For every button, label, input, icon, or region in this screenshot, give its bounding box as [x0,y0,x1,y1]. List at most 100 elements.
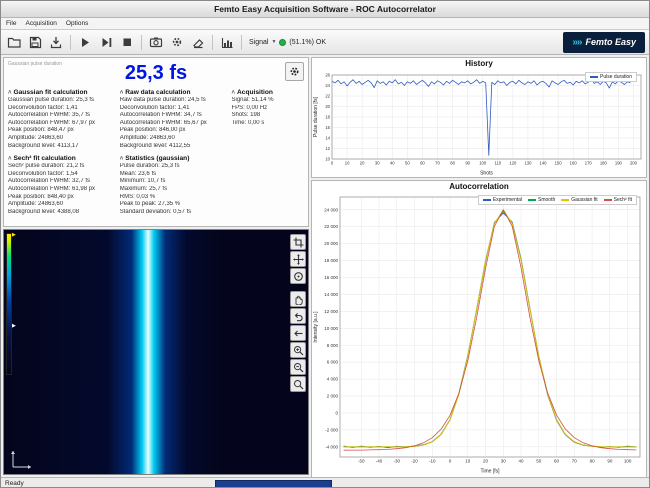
colorbar[interactable] [6,233,12,375]
status-text: Ready [5,480,24,487]
left-column: Gaussian pulse duration 25,3 fs ˄Gaussia… [3,57,309,475]
collapse-icon[interactable]: ˄ [8,156,12,162]
svg-text:8 000: 8 000 [327,343,339,348]
svg-text:200: 200 [630,161,638,166]
collapse-icon[interactable]: ˄ [232,90,236,96]
toolbar: Signal ▼ (51.1%) OK »» Femto Easy [1,30,649,55]
menu-acquisition[interactable]: Acquisition [25,20,56,27]
svg-text:24: 24 [325,83,330,88]
zoom-in-button[interactable] [290,342,306,358]
toolbar-separator [241,35,242,50]
stat-line: Autocorrelation FWHM: 32,7 fs [8,178,117,186]
logo-text: Femto Easy [585,37,636,47]
stat-line: Peak position: 846,00 px [120,127,229,135]
collapse-icon[interactable]: ˄ [120,90,124,96]
clear-button[interactable] [188,32,208,52]
stat-line: Autocorrelation FWHM: 34,7 fs [120,112,229,120]
gear-icon [288,65,301,78]
collapse-icon[interactable]: ˄ [8,90,12,96]
step-button[interactable] [96,32,116,52]
colorbar-marker-icon[interactable]: ▶ [12,232,16,238]
stat-line: Autocorrelation FWHM: 65,67 px [120,120,229,128]
zoom-in-icon [293,345,304,356]
svg-text:Time [fs]: Time [fs] [481,469,501,475]
pan-button[interactable] [290,251,306,267]
save-button[interactable] [25,32,45,52]
back-button[interactable] [290,325,306,341]
svg-text:-30: -30 [394,459,401,464]
open-button[interactable] [4,32,24,52]
autocorrelation-chart[interactable]: -50-40-30-20-100102030405060708090100-4 … [312,193,646,474]
stat-line: RMS: 0,03 % [120,194,304,202]
svg-text:60: 60 [420,161,425,166]
svg-text:-2 000: -2 000 [325,427,338,432]
svg-text:26: 26 [325,73,330,78]
section-title: Sech² fit calculation [14,155,76,162]
stop-icon [120,35,134,49]
play-button[interactable] [75,32,95,52]
stat-line: Autocorrelation FWHM: 35,7 fs [8,112,117,120]
svg-text:10: 10 [465,459,471,464]
femto-easy-logo: »» Femto Easy [563,32,645,53]
svg-text:20: 20 [325,104,330,109]
settings-button[interactable] [167,32,187,52]
svg-text:170: 170 [585,161,593,166]
hand-icon [293,294,304,305]
legend-item: Sech² fit [604,197,632,203]
svg-text:160: 160 [570,161,578,166]
stat-line: Background level: 4112,55 [120,143,229,151]
zoom-out-icon [293,362,304,373]
stats-section-4: ˄Statistics (gaussian)Pulse duration: 25… [120,155,304,216]
autocorrelation-chart-title: Autocorrelation [312,181,646,193]
stat-line: Deconvolution factor: 1,41 [120,105,229,113]
hand-tool-button[interactable] [290,291,306,307]
stat-line: Autocorrelation FWHM: 61,98 px [8,186,117,194]
center-target-button[interactable] [290,268,306,284]
camera-image[interactable]: ▶ ▶ [3,229,309,475]
histogram-button[interactable] [217,32,237,52]
menu-options[interactable]: Options [66,20,88,27]
zoom-out-button[interactable] [290,359,306,375]
stat-line: Amplitude: 24863,60 [8,135,117,143]
stat-line: Gaussian pulse duration: 25,3 fs [8,97,117,105]
window-title: Femto Easy Acquisition Software - ROC Au… [1,1,649,18]
undo-button[interactable] [290,308,306,324]
stat-line: Mean: 23,6 fs [120,171,304,179]
magnifier-icon [293,379,304,390]
section-title: Statistics (gaussian) [125,155,189,162]
menu-bar: File Acquisition Options [1,18,649,30]
crop-button[interactable] [290,234,306,250]
svg-text:-4 000: -4 000 [325,444,338,449]
svg-text:14: 14 [325,136,330,141]
chevron-down-icon[interactable]: ▼ [271,39,276,45]
results-settings-button[interactable] [285,62,304,81]
svg-text:-40: -40 [376,459,383,464]
svg-text:40: 40 [390,161,395,166]
stat-line: Raw data pulse duration: 24,5 fs [120,97,229,105]
camera-button[interactable] [146,32,166,52]
zoom-select-button[interactable] [290,376,306,392]
save-icon [28,35,42,49]
menu-file[interactable]: File [6,20,16,27]
svg-text:30: 30 [501,459,507,464]
gear-icon [170,35,184,49]
image-toolbar [290,234,306,392]
stats-section-0: ˄Gaussian fit calculationGaussian pulse … [8,89,117,150]
colorbar-marker-icon[interactable]: ▶ [12,323,16,329]
legend-item: Smooth [528,197,555,203]
svg-text:12: 12 [325,146,330,151]
stat-line: Amplitude: 24863,60 [8,201,117,209]
stop-button[interactable] [117,32,137,52]
crop-icon [293,237,304,248]
svg-text:2 000: 2 000 [327,394,339,399]
stat-line: Peak position: 848,40 px [8,194,117,202]
svg-text:0: 0 [449,459,452,464]
svg-text:22 000: 22 000 [324,224,338,229]
history-chart[interactable]: 0102030405060708090100110120130140150160… [312,70,646,176]
svg-text:70: 70 [572,459,578,464]
svg-text:10: 10 [325,157,330,162]
axes-indicator-icon [10,448,36,470]
export-button[interactable] [46,32,66,52]
signal-status-text: (51.1%) OK [289,39,326,46]
collapse-icon[interactable]: ˄ [120,156,124,162]
